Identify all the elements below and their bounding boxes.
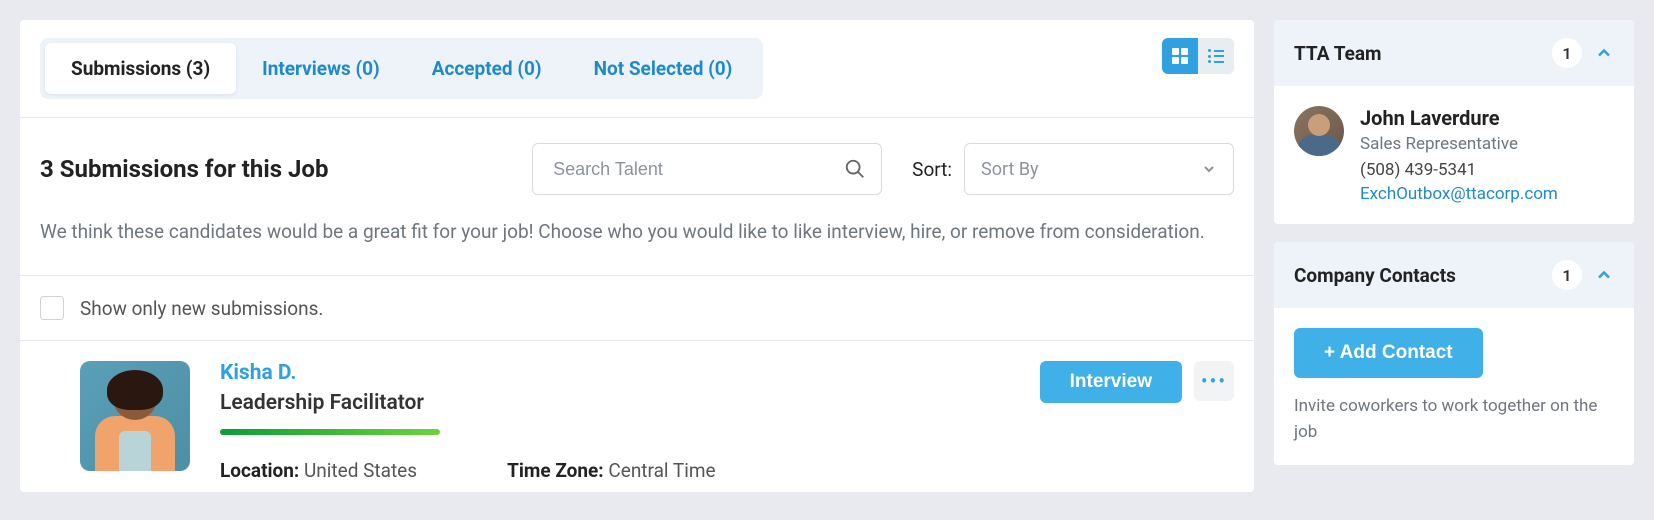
sort-select[interactable]: Sort By <box>964 143 1234 195</box>
search-icon <box>844 158 866 180</box>
search-input[interactable] <box>532 143 882 195</box>
member-role: Sales Representative <box>1360 134 1614 154</box>
tab-interviews[interactable]: Interviews (0) <box>236 43 406 94</box>
grid-icon <box>1172 48 1188 64</box>
candidate-timezone: Time Zone: Central Time <box>507 459 716 482</box>
tta-team-count: 1 <box>1552 38 1582 68</box>
company-contacts-section: Company Contacts 1 + Add Contact Invite … <box>1274 242 1634 465</box>
instructions-text: We think these candidates would be a gre… <box>20 205 1254 259</box>
member-email[interactable]: ExchOutbox@ttacorp.com <box>1360 184 1614 204</box>
list-view-button[interactable] <box>1198 38 1234 74</box>
tab-accepted[interactable]: Accepted (0) <box>406 43 568 94</box>
tta-team-section: TTA Team 1 John Laverdure Sales Represen… <box>1274 20 1634 224</box>
view-toggle <box>1162 38 1234 74</box>
tta-team-title: TTA Team <box>1294 42 1540 65</box>
more-actions-button[interactable]: ••• <box>1194 361 1234 401</box>
member-phone: (508) 439-5341 <box>1360 160 1614 180</box>
page-title: 3 Submissions for this Job <box>40 155 328 183</box>
job-tabs: Submissions (3) Interviews (0) Accepted … <box>40 38 763 99</box>
candidate-role: Leadership Facilitator <box>220 391 1010 415</box>
invite-text: Invite coworkers to work together on the… <box>1294 394 1614 445</box>
candidate-card: Kisha D. Leadership Facilitator Location… <box>20 340 1254 492</box>
interview-button[interactable]: Interview <box>1040 361 1182 403</box>
list-icon <box>1208 49 1224 63</box>
tab-submissions[interactable]: Submissions (3) <box>45 43 236 94</box>
avatar <box>1294 106 1344 156</box>
sort-placeholder: Sort By <box>981 159 1039 180</box>
candidate-name[interactable]: Kisha D. <box>220 361 1010 385</box>
grid-view-button[interactable] <box>1162 38 1198 74</box>
dots-icon: ••• <box>1201 369 1227 393</box>
tab-not-selected[interactable]: Not Selected (0) <box>568 43 759 94</box>
chevron-down-icon <box>1201 161 1217 177</box>
new-submissions-label: Show only new submissions. <box>80 297 323 320</box>
team-member: John Laverdure Sales Representative (508… <box>1294 106 1614 204</box>
company-contacts-count: 1 <box>1552 260 1582 290</box>
add-contact-button[interactable]: + Add Contact <box>1294 328 1483 378</box>
chevron-up-icon[interactable] <box>1594 265 1614 285</box>
candidate-location: Location: United States <box>220 459 417 482</box>
match-meter <box>220 429 440 435</box>
new-submissions-checkbox[interactable] <box>40 296 64 320</box>
company-contacts-title: Company Contacts <box>1294 264 1540 287</box>
candidate-avatar <box>80 361 190 471</box>
sort-label: Sort: <box>912 158 952 181</box>
chevron-up-icon[interactable] <box>1594 43 1614 63</box>
member-name: John Laverdure <box>1360 106 1614 130</box>
